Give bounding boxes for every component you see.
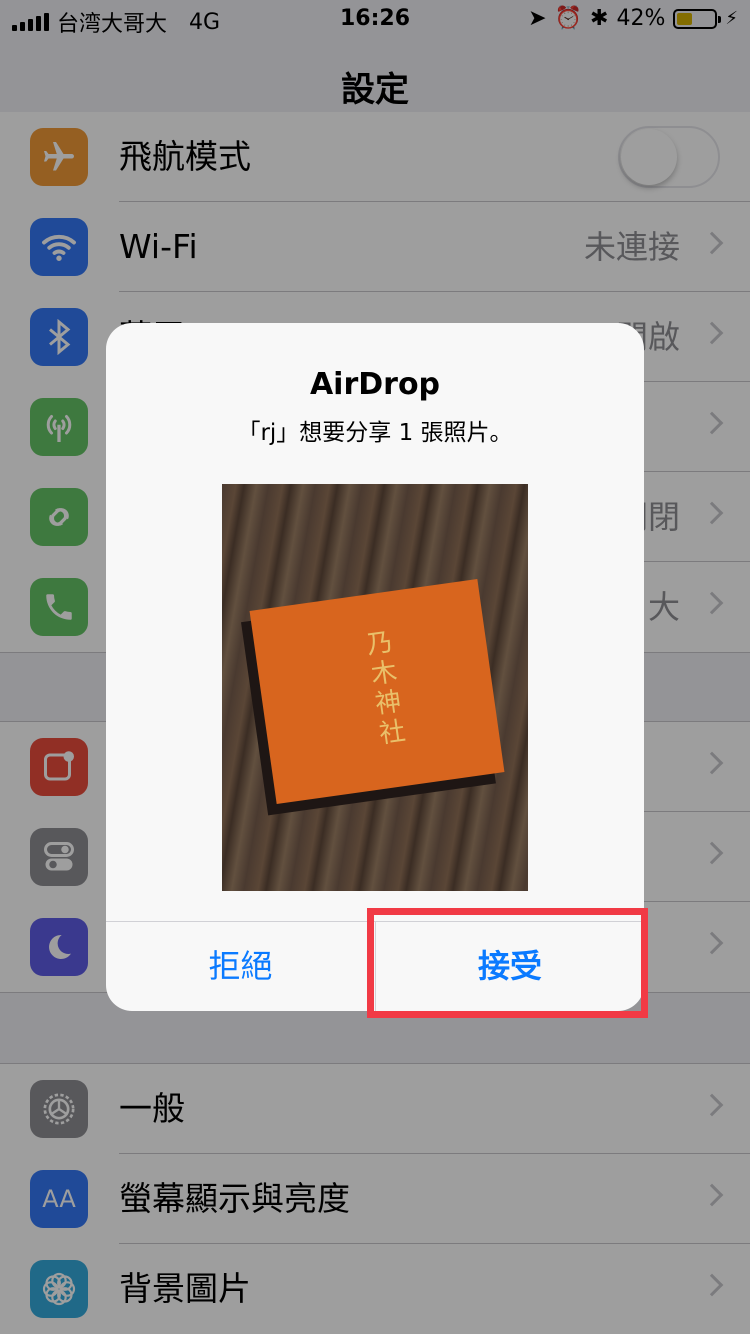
- book-image: 乃木神社: [249, 578, 505, 805]
- alert-message: 「rj」想要分享 1 張照片。: [237, 420, 513, 446]
- accept-highlight-box: [367, 908, 648, 1018]
- shared-photo-preview: 乃木神社: [222, 484, 528, 891]
- book-caption: 乃木神社: [360, 627, 407, 751]
- decline-button[interactable]: 拒絕: [106, 921, 375, 1011]
- alert-title: AirDrop: [309, 367, 441, 402]
